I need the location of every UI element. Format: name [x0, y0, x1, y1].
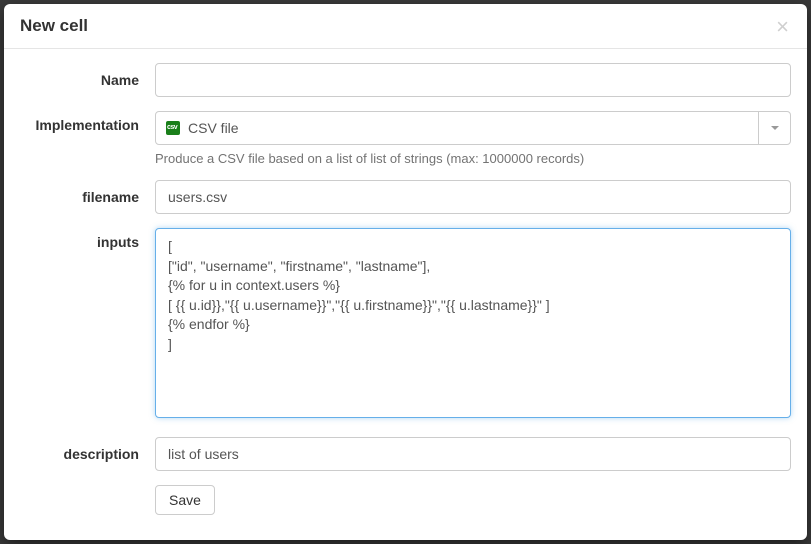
row-implementation: Implementation CSV file Produce a CSV fi…	[20, 111, 791, 166]
filename-input[interactable]	[155, 180, 791, 214]
inputs-textarea[interactable]	[155, 228, 791, 418]
row-inputs: inputs	[20, 228, 791, 423]
save-button[interactable]: Save	[155, 485, 215, 515]
label-filename: filename	[20, 189, 155, 205]
label-description: description	[20, 446, 155, 462]
label-name: Name	[20, 72, 155, 88]
row-filename: filename	[20, 180, 791, 214]
modal-header: New cell ×	[4, 4, 807, 49]
select-caret	[758, 112, 790, 144]
label-inputs: inputs	[20, 228, 155, 250]
row-name: Name	[20, 63, 791, 97]
implementation-help: Produce a CSV file based on a list of li…	[155, 151, 791, 166]
modal-title: New cell	[20, 16, 88, 35]
close-icon[interactable]: ×	[772, 12, 793, 42]
row-description: description	[20, 437, 791, 471]
csv-file-icon	[166, 121, 180, 135]
new-cell-modal: New cell × Name Implementation CSV file …	[4, 4, 807, 540]
chevron-down-icon	[771, 126, 779, 130]
implementation-selected: CSV file	[188, 120, 758, 136]
implementation-select[interactable]: CSV file	[155, 111, 791, 145]
name-input[interactable]	[155, 63, 791, 97]
description-input[interactable]	[155, 437, 791, 471]
button-row: Save	[155, 485, 791, 515]
modal-body: Name Implementation CSV file Produce a C…	[4, 49, 807, 531]
label-implementation: Implementation	[20, 111, 155, 133]
